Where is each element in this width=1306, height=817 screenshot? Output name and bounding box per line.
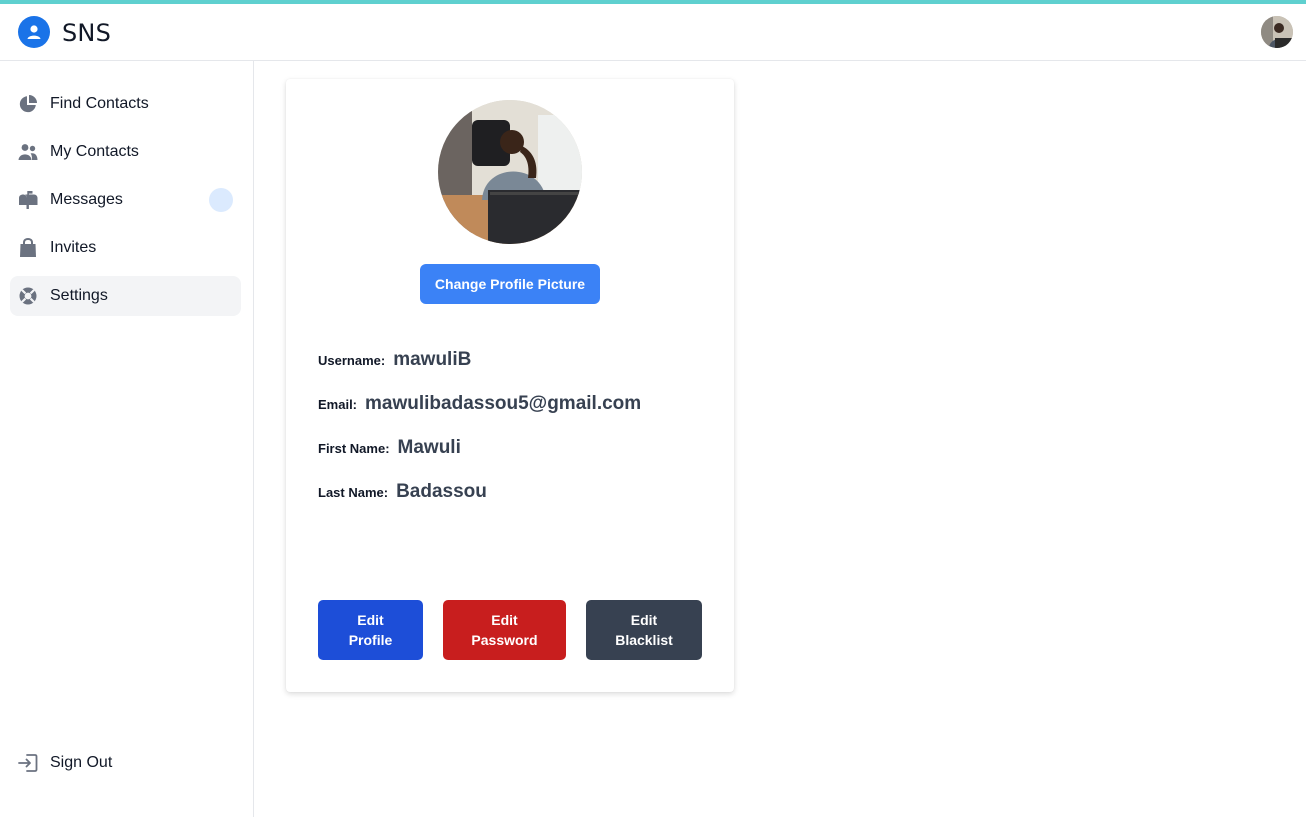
sidebar-item-label: Messages [50, 191, 123, 208]
email-value: mawulibadassou5@gmail.com [365, 393, 642, 414]
edit-blacklist-button[interactable]: Edit Blacklist [586, 600, 702, 660]
shopping-bag-icon [20, 238, 36, 257]
pie-chart-icon [19, 95, 37, 113]
edit-profile-label-line1: Edit [357, 612, 384, 628]
sidebar-item-label: Find Contacts [50, 95, 149, 112]
user-avatar[interactable] [1261, 16, 1293, 48]
profile-card: Change Profile Picture Username: mawuliB … [286, 79, 734, 692]
edit-password-label-line1: Edit [491, 612, 518, 628]
users-icon [18, 144, 38, 160]
first-name-value: Mawuli [397, 437, 461, 458]
support-icon [19, 287, 37, 305]
sidebar-item-my-contacts[interactable]: My Contacts [10, 132, 241, 172]
sidebar-item-find-contacts[interactable]: Find Contacts [10, 84, 241, 124]
mailbox-icon [19, 191, 38, 209]
edit-blacklist-label-line1: Edit [630, 612, 658, 628]
top-navbar: SNS [0, 4, 1306, 61]
sidebar: Find Contacts My Contacts Messages Invit… [0, 61, 254, 817]
edit-password-label-line2: Password [471, 632, 538, 648]
sidebar-item-settings[interactable]: Settings [10, 276, 241, 316]
last-name-value: Badassou [396, 481, 487, 502]
notification-badge [209, 188, 233, 212]
sign-out-icon [18, 754, 38, 772]
sign-out-button[interactable]: Sign Out [10, 743, 241, 783]
sidebar-item-messages[interactable]: Messages [10, 180, 241, 220]
sign-out-label: Sign Out [50, 754, 113, 771]
email-row: Email: mawulibadassou5@gmail.com [318, 393, 641, 415]
email-label: Email: [318, 397, 358, 412]
sidebar-item-label: Invites [50, 239, 97, 256]
first-name-label: First Name: [318, 441, 390, 456]
edit-profile-label-line2: Profile [348, 632, 393, 648]
sidebar-item-label: My Contacts [50, 143, 139, 160]
sidebar-item-label: Settings [50, 287, 108, 304]
username-label: Username: [318, 353, 386, 368]
profile-picture [438, 100, 582, 244]
sidebar-item-invites[interactable]: Invites [10, 228, 241, 268]
edit-profile-button[interactable]: Edit Profile [318, 600, 423, 660]
edit-blacklist-label-line2: Blacklist [615, 632, 673, 648]
username-value: mawuliB [393, 349, 472, 370]
first-name-row: First Name: Mawuli [318, 437, 461, 459]
change-profile-picture-button[interactable]: Change Profile Picture [420, 264, 600, 304]
username-row: Username: mawuliB [318, 349, 471, 371]
edit-password-button[interactable]: Edit Password [443, 600, 566, 660]
user-circle-icon[interactable] [18, 16, 50, 48]
last-name-label: Last Name: [318, 485, 389, 500]
app-name[interactable]: SNS [62, 19, 111, 47]
last-name-row: Last Name: Badassou [318, 481, 487, 503]
